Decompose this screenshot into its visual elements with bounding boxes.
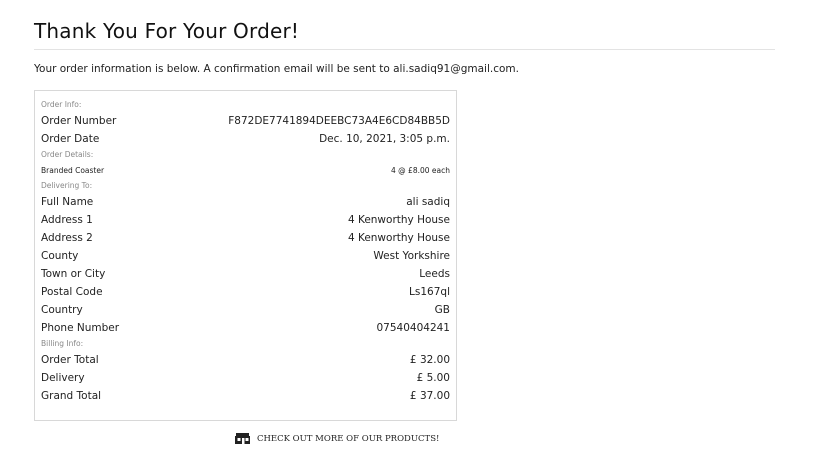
address-1-value: 4 Kenworthy House bbox=[347, 214, 450, 226]
order-total-label: Order Total bbox=[41, 354, 99, 366]
town-or-city-label: Town or City bbox=[41, 268, 106, 280]
address-1-row: Address 1 4 Kenworthy House bbox=[41, 211, 450, 229]
country-row: Country GB bbox=[41, 301, 450, 319]
order-total-row: Order Total £ 32.00 bbox=[41, 351, 450, 369]
order-date-value: Dec. 10, 2021, 3:05 p.m. bbox=[319, 133, 450, 145]
phone-number-row: Phone Number 07540404241 bbox=[41, 319, 450, 337]
order-summary-card: Order Info: Order Number F872DE7741894DE… bbox=[34, 90, 457, 421]
confirmation-message: Your order information is below. A confi… bbox=[34, 63, 519, 75]
address-2-row: Address 2 4 Kenworthy House bbox=[41, 229, 450, 247]
order-number-value: F872DE7741894DEEBC73A4E6CD84BB5D bbox=[228, 115, 450, 127]
order-item-name: Branded Coaster bbox=[41, 166, 105, 175]
county-row: County West Yorkshire bbox=[41, 247, 450, 265]
order-item-qty-price: 4 @ £8.00 each bbox=[391, 166, 450, 175]
full-name-value: ali sadiq bbox=[406, 196, 450, 208]
order-number-label: Order Number bbox=[41, 115, 117, 127]
order-item-row: Branded Coaster 4 @ £8.00 each bbox=[41, 162, 450, 179]
billing-info-label: Billing Info: bbox=[41, 339, 84, 348]
grand-total-row: Grand Total £ 37.00 bbox=[41, 387, 450, 405]
order-date-label: Order Date bbox=[41, 133, 100, 145]
town-or-city-row: Town or City Leeds bbox=[41, 265, 450, 283]
full-name-row: Full Name ali sadiq bbox=[41, 193, 450, 211]
country-label: Country bbox=[41, 304, 83, 316]
delivery-label: Delivery bbox=[41, 372, 85, 384]
delivering-to-label: Delivering To: bbox=[41, 181, 93, 190]
check-out-more-products-label: CHECK OUT MORE OF OUR PRODUCTS! bbox=[257, 433, 440, 444]
order-date-row: Order Date Dec. 10, 2021, 3:05 p.m. bbox=[41, 130, 450, 148]
divider bbox=[34, 49, 775, 50]
address-2-value: 4 Kenworthy House bbox=[347, 232, 450, 244]
delivery-row: Delivery £ 5.00 bbox=[41, 369, 450, 387]
town-or-city-value: Leeds bbox=[419, 268, 450, 280]
grand-total-label: Grand Total bbox=[41, 390, 102, 402]
page-title: Thank You For Your Order! bbox=[34, 19, 300, 44]
postal-code-value: Ls167ql bbox=[409, 286, 450, 298]
order-number-row: Order Number F872DE7741894DEEBC73A4E6CD8… bbox=[41, 112, 450, 130]
delivery-value: £ 5.00 bbox=[416, 372, 450, 384]
phone-number-label: Phone Number bbox=[41, 322, 120, 334]
postal-code-label: Postal Code bbox=[41, 286, 103, 298]
address-1-label: Address 1 bbox=[41, 214, 93, 226]
postal-code-row: Postal Code Ls167ql bbox=[41, 283, 450, 301]
county-label: County bbox=[41, 250, 79, 262]
order-total-value: £ 32.00 bbox=[409, 354, 450, 366]
grand-total-value: £ 37.00 bbox=[409, 390, 450, 402]
country-value: GB bbox=[434, 304, 450, 316]
order-details-label: Order Details: bbox=[41, 150, 94, 159]
order-info-label: Order Info: bbox=[41, 100, 82, 109]
address-2-label: Address 2 bbox=[41, 232, 93, 244]
check-out-more-products-link[interactable]: CHECK OUT MORE OF OUR PRODUCTS! bbox=[235, 433, 439, 444]
full-name-label: Full Name bbox=[41, 196, 94, 208]
phone-number-value: 07540404241 bbox=[376, 322, 451, 334]
county-value: West Yorkshire bbox=[373, 250, 450, 262]
store-icon bbox=[235, 433, 250, 444]
